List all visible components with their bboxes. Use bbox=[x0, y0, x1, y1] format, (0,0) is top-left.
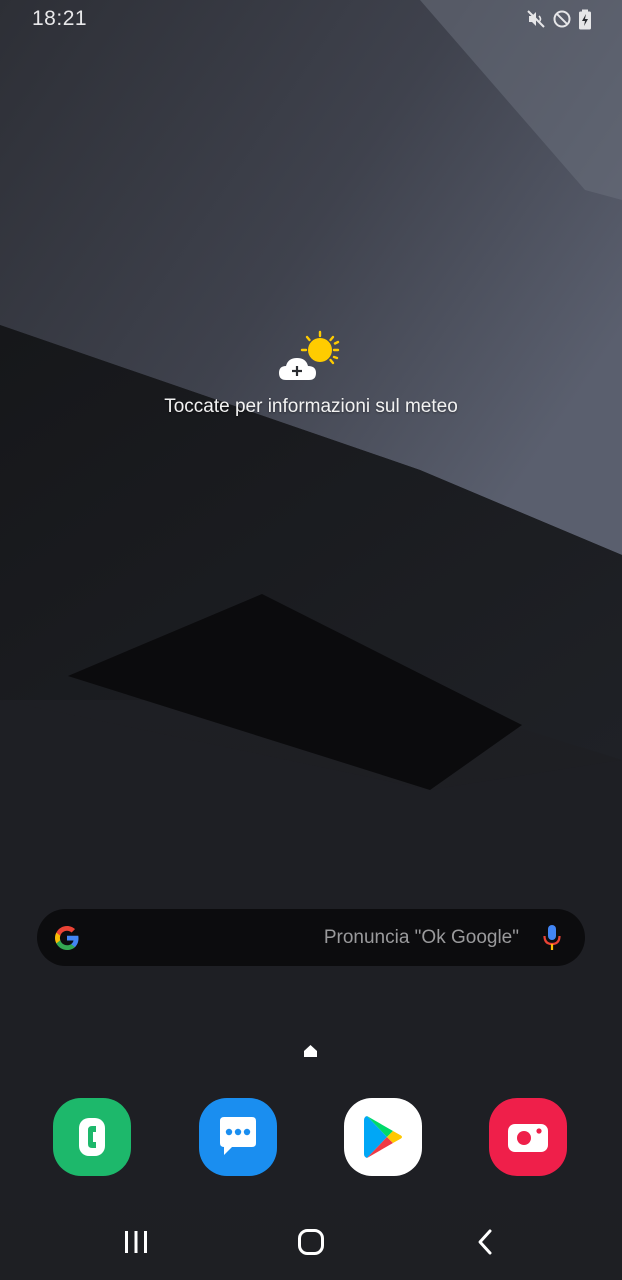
mute-icon bbox=[526, 9, 546, 29]
battery-charging-icon bbox=[578, 9, 592, 30]
home-page-indicator-icon bbox=[304, 1045, 317, 1057]
play-store-app-icon[interactable] bbox=[344, 1098, 422, 1176]
phone-app-icon[interactable] bbox=[53, 1098, 131, 1176]
camera-app-icon[interactable] bbox=[489, 1098, 567, 1176]
status-time: 18:21 bbox=[32, 7, 88, 30]
recent-apps-icon[interactable] bbox=[111, 1224, 161, 1260]
back-icon[interactable] bbox=[460, 1224, 510, 1260]
status-bar: 18:21 bbox=[0, 0, 622, 38]
app-dock bbox=[0, 1098, 622, 1178]
google-search-bar[interactable]: Pronuncia "Ok Google" bbox=[37, 909, 585, 966]
home-button-icon[interactable] bbox=[286, 1224, 336, 1260]
google-g-icon bbox=[55, 925, 79, 950]
weather-prompt: Toccate per informazioni sul meteo bbox=[164, 396, 458, 417]
status-icons bbox=[526, 9, 592, 30]
do-not-disturb-icon bbox=[552, 9, 572, 29]
wallpaper bbox=[0, 0, 622, 1280]
microphone-icon[interactable] bbox=[541, 923, 563, 953]
messages-app-icon[interactable] bbox=[199, 1098, 277, 1176]
navigation-bar bbox=[0, 1210, 622, 1274]
weather-widget[interactable]: Toccate per informazioni sul meteo bbox=[0, 330, 622, 418]
search-placeholder: Pronuncia "Ok Google" bbox=[323, 926, 519, 948]
sun-cloud-add-icon bbox=[279, 330, 340, 380]
